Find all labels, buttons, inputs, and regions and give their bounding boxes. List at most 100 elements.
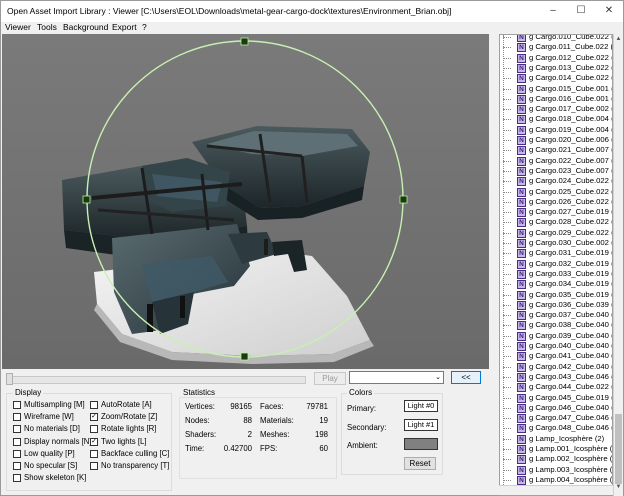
tree-item-label: g Cargo.030_Cube.002 (3) bbox=[529, 238, 613, 247]
checkbox-empty-icon[interactable] bbox=[90, 462, 98, 470]
scroll-thumb[interactable] bbox=[615, 414, 622, 484]
secondary-light-swatch[interactable]: Light #1 bbox=[404, 419, 438, 431]
tree-item-label: g Cargo.040_Cube.040 (3) bbox=[529, 341, 613, 350]
tree-connector bbox=[503, 418, 511, 420]
node-icon: N bbox=[517, 475, 526, 485]
nodes-label: Nodes: bbox=[185, 416, 210, 425]
node-tree-panel[interactable]: Ng Cargo.010_Cube.022 (3) Ng Cargo.011_Cu… bbox=[499, 34, 613, 496]
tree-connector bbox=[503, 181, 511, 183]
node-icon: N bbox=[517, 372, 526, 382]
checkbox-empty-icon[interactable] bbox=[13, 401, 21, 409]
node-icon: N bbox=[517, 414, 526, 424]
meshes-value: 198 bbox=[314, 430, 328, 439]
primary-light-label: Primary: bbox=[347, 404, 377, 413]
checkmark-icon[interactable]: ✓ bbox=[90, 437, 98, 446]
node-icon: N bbox=[517, 84, 526, 94]
checkbox-empty-icon[interactable] bbox=[90, 449, 98, 458]
trackball-handle-right[interactable] bbox=[399, 195, 408, 204]
play-button[interactable]: Play bbox=[314, 372, 346, 385]
node-icon: N bbox=[517, 146, 526, 156]
tree-item-label: g Cargo.042_Cube.040 (3) bbox=[529, 361, 613, 371]
animation-slider-thumb[interactable] bbox=[6, 373, 13, 385]
tree-connector bbox=[503, 284, 511, 286]
checkbox-empty-icon[interactable] bbox=[13, 462, 21, 470]
tree-item-label: g Lamp.003_Icosphère (2) bbox=[529, 464, 613, 474]
tree-horizontal-scrollbar[interactable] bbox=[499, 485, 613, 495]
trackball-handle-bottom[interactable] bbox=[240, 352, 249, 361]
node-icon: N bbox=[517, 125, 526, 135]
tree-item-label: g Cargo.041_Cube.040 (3) bbox=[529, 351, 613, 361]
checkbox-empty-icon[interactable] bbox=[13, 437, 21, 446]
tree-connector bbox=[503, 67, 511, 69]
tree-connector bbox=[503, 428, 511, 430]
reset-colors-button[interactable]: Reset bbox=[404, 457, 436, 470]
tree-connector bbox=[503, 253, 511, 255]
tree-item-label: g Cargo.011_Cube.022 (3) bbox=[529, 42, 613, 52]
tree-connector bbox=[503, 170, 511, 172]
materials-label: Materials: bbox=[260, 416, 294, 425]
tree-item-label: g Cargo.016_Cube.001 (2) bbox=[529, 93, 613, 103]
tree-item-label: g Cargo.023_Cube.007 (1) bbox=[529, 165, 613, 175]
display-option-label: Zoom/Rotate [Z] bbox=[101, 412, 158, 422]
minimize-button[interactable]: – bbox=[539, 1, 567, 22]
animation-slider-track[interactable] bbox=[6, 376, 306, 384]
trackball-handle-top[interactable] bbox=[240, 37, 249, 46]
display-option-label: Multisampling [M] bbox=[24, 400, 85, 409]
checkbox-empty-icon[interactable] bbox=[90, 425, 98, 434]
scroll-down-arrow-icon[interactable]: ▼ bbox=[615, 484, 622, 494]
close-button[interactable]: ✕ bbox=[595, 1, 623, 22]
tree-item-label: g Cargo.027_Cube.019 (3) bbox=[529, 207, 613, 217]
node-icon: N bbox=[517, 434, 526, 444]
render-viewport[interactable] bbox=[2, 34, 489, 369]
menu-background[interactable]: Background bbox=[63, 22, 108, 32]
tree-vertical-scrollbar[interactable]: ▲ ▼ bbox=[613, 34, 623, 496]
time-label: Time: bbox=[185, 444, 205, 453]
tree-connector bbox=[503, 315, 511, 317]
checkbox-empty-icon[interactable] bbox=[90, 401, 98, 409]
node-icon: N bbox=[517, 177, 526, 187]
node-icon: N bbox=[517, 208, 526, 218]
tree-connector bbox=[503, 438, 511, 440]
tree-item-label: g Cargo.029_Cube.022 (3) bbox=[529, 227, 613, 237]
checkbox-empty-icon[interactable] bbox=[13, 449, 21, 458]
menu-tools[interactable]: Tools bbox=[37, 22, 57, 32]
tree-connector bbox=[503, 263, 511, 265]
checkbox-empty-icon[interactable] bbox=[13, 474, 21, 483]
tree-connector bbox=[503, 397, 511, 399]
menu-help[interactable]: ? bbox=[142, 22, 147, 32]
checkbox-empty-icon[interactable] bbox=[13, 425, 21, 434]
maximize-button[interactable]: ☐ bbox=[567, 1, 595, 22]
tree-item-label: g Cargo.020_Cube.006 (3) bbox=[529, 135, 613, 144]
tree-item-label: g Cargo.046_Cube.040 (3) bbox=[529, 402, 613, 412]
node-icon: N bbox=[517, 105, 526, 115]
collapse-panel-button[interactable]: << bbox=[451, 371, 481, 384]
primary-light-swatch[interactable]: Light #0 bbox=[404, 400, 438, 412]
checkmark-icon[interactable]: ✓ bbox=[90, 413, 98, 422]
materials-value: 19 bbox=[319, 416, 328, 425]
tree-connector bbox=[503, 201, 511, 203]
tree-item-label: g Cargo.021_Cube.007 (1) bbox=[529, 145, 613, 155]
checkbox-empty-icon[interactable] bbox=[13, 413, 21, 422]
secondary-light-label: Secondary: bbox=[347, 423, 387, 432]
tree-item-label: g Cargo.024_Cube.022 (3) bbox=[529, 176, 613, 186]
node-icon: N bbox=[517, 239, 526, 248]
tree-item-label: g Lamp.004_Icosphère (2) bbox=[529, 474, 613, 484]
nodes-value: 88 bbox=[243, 416, 252, 425]
node-icon: N bbox=[517, 342, 526, 351]
tree-connector bbox=[503, 222, 511, 224]
menu-viewer[interactable]: Viewer bbox=[5, 22, 31, 32]
display-option-label: Wireframe [W] bbox=[24, 412, 74, 422]
display-option-label: AutoRotate [A] bbox=[101, 400, 152, 409]
window-title: Open Asset Import Library : Viewer [C:\U… bbox=[7, 6, 452, 16]
menu-export[interactable]: Export bbox=[112, 22, 137, 32]
scroll-up-arrow-icon[interactable]: ▲ bbox=[615, 36, 622, 46]
animation-combo[interactable]: ⌄ bbox=[349, 371, 444, 384]
tree-connector bbox=[503, 479, 511, 481]
node-icon: N bbox=[517, 455, 526, 465]
node-icon: N bbox=[517, 115, 526, 125]
trackball-handle-left[interactable] bbox=[82, 195, 91, 204]
node-icon: N bbox=[517, 53, 526, 63]
ambient-light-swatch[interactable] bbox=[404, 438, 438, 450]
tree-connector bbox=[503, 57, 511, 59]
display-option-label: No materials [D] bbox=[24, 424, 80, 434]
